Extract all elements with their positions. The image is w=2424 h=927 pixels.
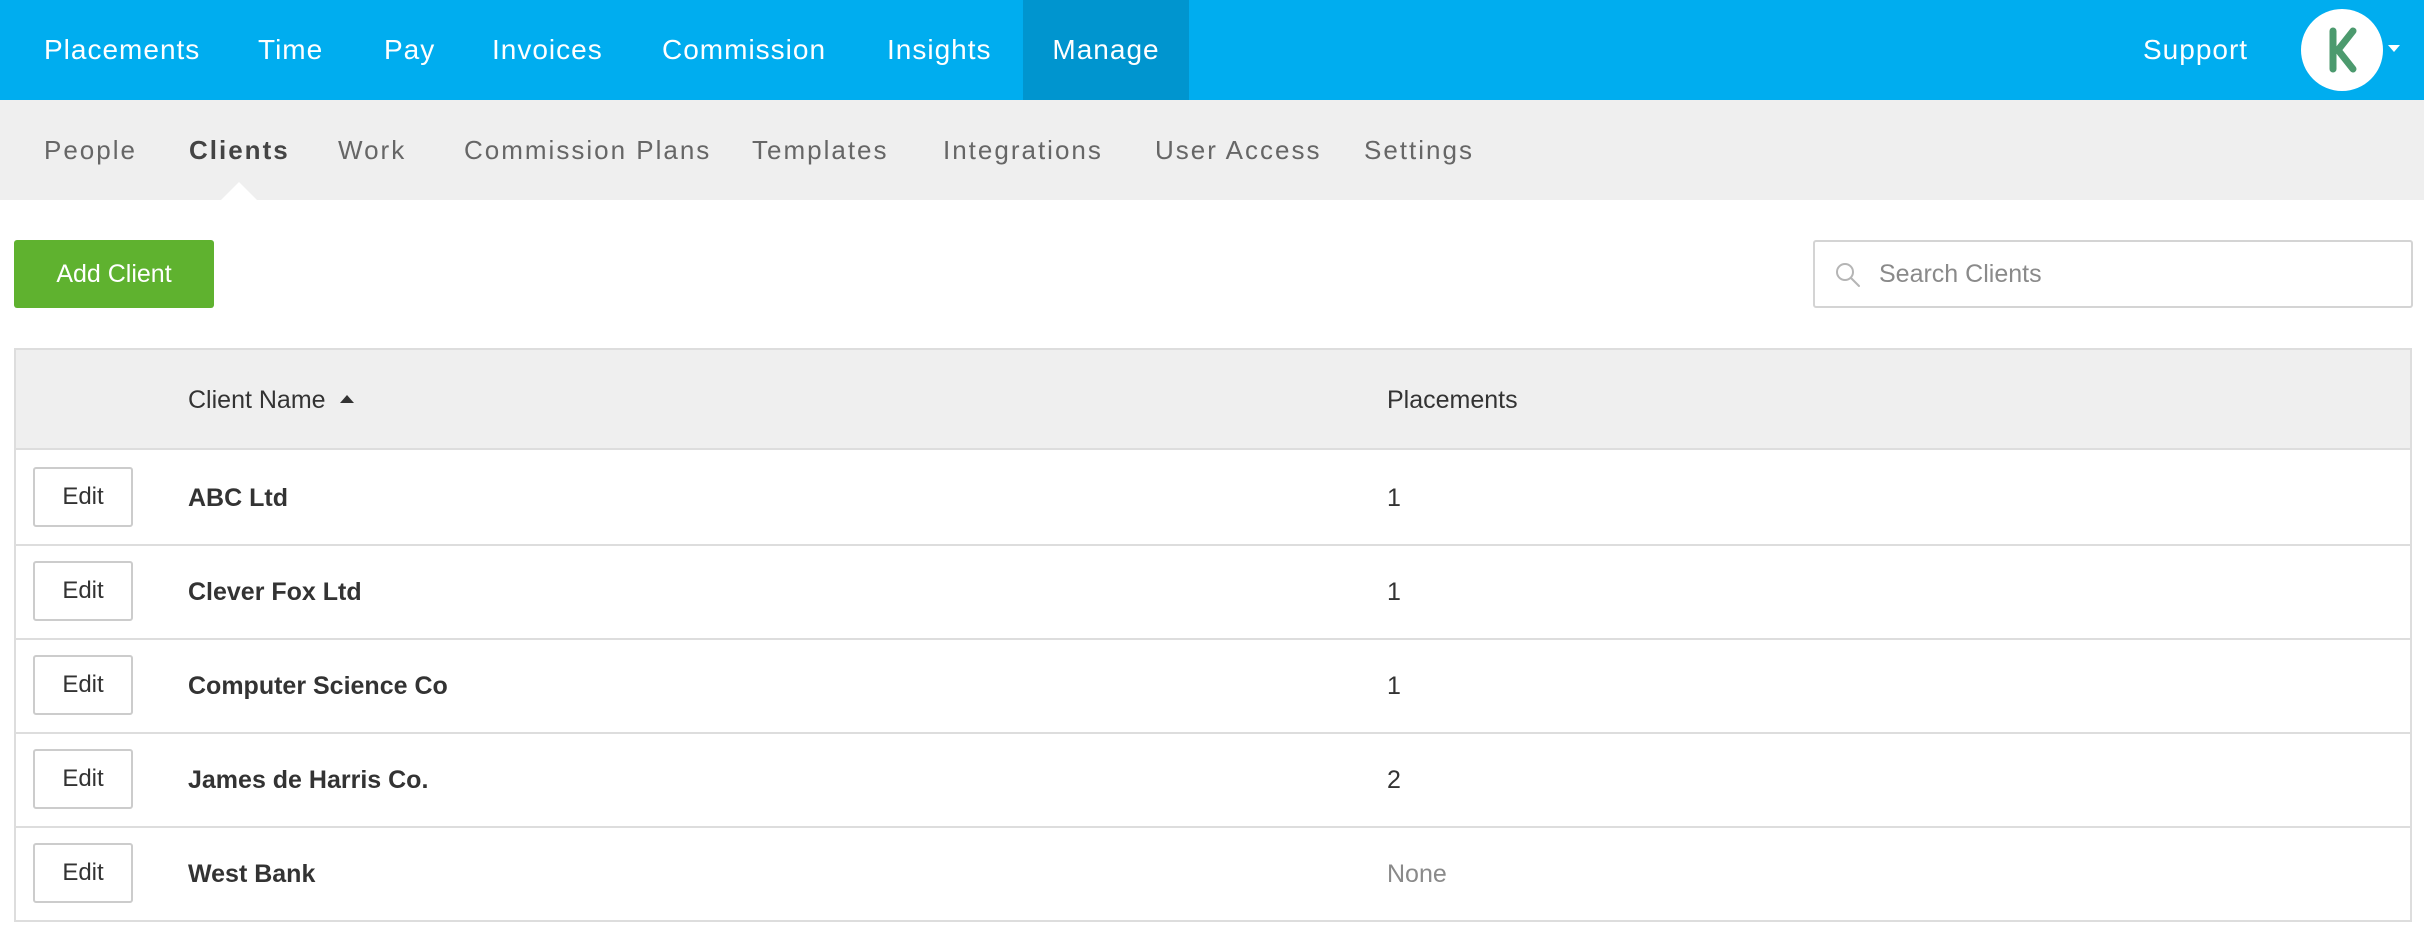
subnav-item-work[interactable]: Work [338,100,406,200]
table-header: Client Name Placements [16,350,2410,450]
column-header-label: Client Name [188,386,326,414]
placements-cell: 1 [1387,672,1401,700]
client-name-cell: West Bank [188,860,316,888]
table-row: Edit Clever Fox Ltd 1 [16,546,2410,640]
topnav-item-pay[interactable]: Pay [384,0,435,100]
subnav-item-templates[interactable]: Templates [752,100,889,200]
subnav-item-people[interactable]: People [44,100,137,200]
column-header-client-name[interactable]: Client Name [188,350,354,450]
topnav-item-insights[interactable]: Insights [887,0,992,100]
subnav-item-user-access[interactable]: User Access [1155,100,1322,200]
topnav-item-manage[interactable]: Manage [1023,0,1189,100]
client-name-cell: ABC Ltd [188,484,288,512]
top-nav: Placements Time Pay Invoices Commission … [0,0,2424,100]
sub-nav: People Clients Work Commission Plans Tem… [0,100,2424,200]
table-row: Edit ABC Ltd 1 [16,452,2410,546]
client-name-cell: Clever Fox Ltd [188,578,362,606]
topnav-item-invoices[interactable]: Invoices [492,0,603,100]
placements-cell: 1 [1387,484,1401,512]
subnav-item-settings[interactable]: Settings [1364,100,1474,200]
subnav-item-integrations[interactable]: Integrations [943,100,1103,200]
search-icon [1836,263,1860,287]
edit-button[interactable]: Edit [33,749,133,809]
subnav-item-commission-plans[interactable]: Commission Plans [464,100,711,200]
search-box [1813,240,2413,308]
add-client-button[interactable]: Add Client [14,240,214,308]
placements-cell: None [1387,860,1447,888]
placements-cell: 1 [1387,578,1401,606]
topnav-item-commission[interactable]: Commission [662,0,826,100]
user-avatar[interactable] [2301,9,2383,91]
k-logo-icon [2329,27,2357,73]
support-link[interactable]: Support [2143,0,2248,100]
table-row: Edit West Bank None [16,828,2410,922]
active-tab-pointer [221,182,257,200]
placements-cell: 2 [1387,766,1401,794]
edit-button[interactable]: Edit [33,467,133,527]
edit-button[interactable]: Edit [33,843,133,903]
sort-ascending-icon [339,395,354,404]
table-row: Edit Computer Science Co 1 [16,640,2410,734]
client-name-cell: James de Harris Co. [188,766,429,794]
chevron-down-icon[interactable] [2386,42,2402,54]
clients-table: Client Name Placements Edit ABC Ltd 1 Ed… [14,348,2412,922]
topnav-item-time[interactable]: Time [258,0,323,100]
topnav-item-placements[interactable]: Placements [44,0,200,100]
table-row: Edit James de Harris Co. 2 [16,734,2410,828]
edit-button[interactable]: Edit [33,561,133,621]
search-input[interactable] [1879,242,2399,306]
edit-button[interactable]: Edit [33,655,133,715]
client-name-cell: Computer Science Co [188,672,448,700]
column-header-placements[interactable]: Placements [1387,350,1518,450]
